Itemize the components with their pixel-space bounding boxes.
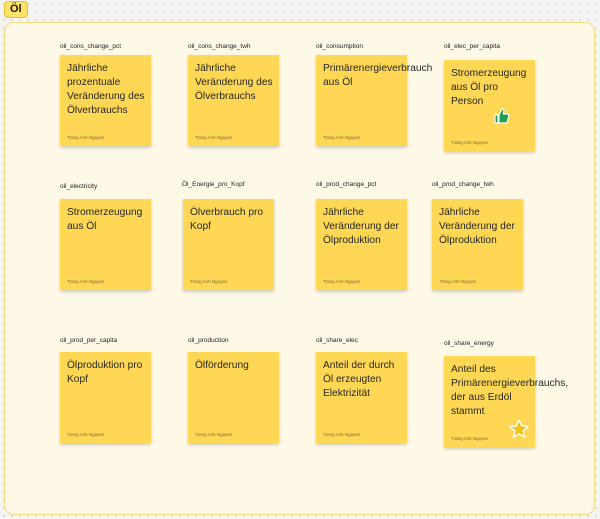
note-author: Trang Anh Nguyen (67, 279, 105, 284)
note-text: Jährliche Veränderung der Ölproduktion (439, 207, 515, 246)
note-author: Trang Anh Nguyen (195, 432, 233, 437)
note-label: Öl_Energie_pro_Kopf (182, 181, 245, 188)
note-label: oil_elec_per_capita (444, 43, 501, 50)
frame-title[interactable]: Öl (4, 1, 28, 18)
star-icon[interactable] (508, 418, 530, 440)
sticky-note[interactable]: Primärenergieverbrauch aus Öl Trang Anh … (316, 55, 433, 146)
sticky-note[interactable]: Jährliche Veränderung des Ölverbrauchs T… (188, 55, 279, 146)
note-text: Stromerzeugung aus Öl pro Person (451, 68, 527, 107)
sticky-note[interactable]: Stromerzeugung aus Öl Trang Anh Nguyen (60, 199, 151, 290)
sticky-note[interactable]: Jährliche Veränderung der Ölproduktion T… (432, 199, 523, 290)
note-text: Ölproduktion pro Kopf (67, 360, 143, 385)
note-label: oil_prod_change_twh (432, 181, 494, 188)
note-text: Jährliche prozentuale Veränderung des Öl… (67, 63, 145, 116)
note-text: Anteil des Primärenergieverbrauchs, der … (451, 364, 569, 417)
note-label: oil_production (188, 337, 229, 344)
note-author: Trang Anh Nguyen (451, 436, 489, 441)
note-label: oil_cons_change_twh (188, 43, 251, 50)
note-label: oil_consumption (316, 43, 363, 50)
sticky-note[interactable]: Ölförderung Trang Anh Nguyen (188, 352, 279, 443)
sticky-note[interactable]: Ölproduktion pro Kopf Trang Anh Nguyen (60, 352, 151, 443)
sticky-note[interactable]: Jährliche Veränderung der Ölproduktion T… (316, 199, 407, 290)
note-text: Stromerzeugung aus Öl (67, 207, 143, 232)
note-label: oil_electricity (60, 183, 98, 190)
note-author: Trang Anh Nguyen (451, 140, 489, 145)
note-text: Jährliche Veränderung des Ölverbrauchs (195, 63, 273, 102)
note-author: Trang Anh Nguyen (323, 279, 361, 284)
thumbs-up-icon[interactable] (492, 106, 512, 126)
sticky-note[interactable]: Stromerzeugung aus Öl pro Person Trang A… (444, 60, 535, 151)
note-author: Trang Anh Nguyen (67, 432, 105, 437)
note-label: oil_share_elec (316, 337, 358, 344)
note-author: Trang Anh Nguyen (190, 279, 228, 284)
note-text: Primärenergieverbrauch aus Öl (323, 63, 433, 88)
note-author: Trang Anh Nguyen (323, 135, 361, 140)
note-label: oil_prod_change_pct (316, 181, 377, 188)
note-label: oil_prod_per_capita (60, 337, 118, 344)
note-author: Trang Anh Nguyen (67, 135, 105, 140)
note-label: oil_cons_change_pct (60, 43, 122, 50)
sticky-note[interactable]: Ölverbrauch pro Kopf Trang Anh Nguyen (183, 199, 274, 290)
note-author: Trang Anh Nguyen (195, 135, 233, 140)
note-author: Trang Anh Nguyen (323, 432, 361, 437)
note-text: Ölverbrauch pro Kopf (190, 207, 264, 232)
sticky-note[interactable]: Jährliche prozentuale Veränderung des Öl… (60, 55, 151, 146)
note-author: Trang Anh Nguyen (439, 279, 477, 284)
note-text: Ölförderung (195, 360, 249, 371)
note-label: oil_share_energy (444, 340, 494, 347)
sticky-note[interactable]: Anteil der durch Öl erzeugten Elektrizit… (316, 352, 407, 443)
note-text: Jährliche Veränderung der Ölproduktion (323, 207, 399, 246)
note-text: Anteil der durch Öl erzeugten Elektrizit… (323, 360, 395, 399)
